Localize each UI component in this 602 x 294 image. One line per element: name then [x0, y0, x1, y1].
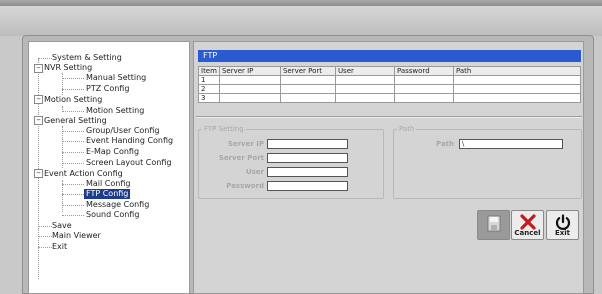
- column-header: Server IP: [218, 66, 281, 76]
- tree-line: [38, 226, 52, 227]
- user-input[interactable]: [267, 167, 348, 177]
- path-group-label: Path: [397, 125, 417, 133]
- path-label: Path: [436, 140, 454, 148]
- tree-item-general-setting[interactable]: General Setting: [44, 116, 107, 126]
- tree-item-mail-config[interactable]: Mail Config: [86, 179, 130, 189]
- table-cell: [393, 93, 454, 103]
- tree-item-event-handing-config[interactable]: Event Handing Config: [86, 136, 173, 146]
- save-button[interactable]: [477, 210, 510, 240]
- table-cell: [279, 93, 336, 103]
- table-cell: [452, 75, 582, 85]
- tree-item-group-user-config[interactable]: Group/User Config: [86, 126, 160, 136]
- table-cell: [218, 75, 281, 85]
- tree-item-ftp-config[interactable]: FTP Config: [84, 189, 131, 199]
- path-input[interactable]: \: [459, 139, 563, 149]
- column-header: Server Port: [279, 66, 336, 76]
- tree-line: [62, 184, 84, 185]
- divider: [196, 116, 582, 118]
- table-cell: 3: [198, 93, 220, 103]
- tree-line: [62, 111, 84, 112]
- ftp-server-table: Item Server IP Server Port User Password…: [198, 66, 582, 103]
- table-cell: [393, 84, 454, 94]
- cancel-button[interactable]: Cancel: [511, 210, 544, 240]
- power-icon: [555, 214, 570, 230]
- tree-line: [62, 89, 84, 90]
- tree-item-nvr-setting[interactable]: NVR Setting: [44, 63, 92, 73]
- table-cell: [334, 93, 395, 103]
- server-ip-label: Server IP: [227, 140, 264, 148]
- collapse-toggle-icon[interactable]: −: [34, 116, 43, 125]
- column-header: User: [334, 66, 395, 76]
- table-header-row: Item Server IP Server Port User Password…: [198, 66, 582, 76]
- tree-line: [62, 194, 84, 195]
- server-port-input[interactable]: [267, 153, 348, 163]
- collapse-toggle-icon[interactable]: −: [34, 64, 43, 73]
- tree-line: [62, 141, 84, 142]
- column-header: Item: [198, 66, 220, 76]
- user-label: User: [245, 168, 264, 176]
- table-cell: [393, 75, 454, 85]
- tree-line: [62, 78, 84, 79]
- ftp-setting-group-label: FTP Setting: [202, 125, 246, 133]
- tree-item-event-action-config[interactable]: Event Action Config: [44, 169, 123, 179]
- table-cell: [218, 93, 281, 103]
- tree-line: [62, 152, 84, 153]
- tree-item-sound-config[interactable]: Sound Config: [86, 210, 139, 220]
- table-cell: [279, 75, 336, 85]
- tree-item-emap-config[interactable]: E-Map Config: [86, 147, 139, 157]
- tree-item-save[interactable]: Save: [52, 221, 72, 231]
- column-header: Password: [393, 66, 454, 76]
- table-cell: [334, 84, 395, 94]
- table-row[interactable]: 1: [198, 75, 582, 85]
- table-row[interactable]: 3: [198, 93, 582, 103]
- tree-item-main-viewer[interactable]: Main Viewer: [52, 231, 101, 241]
- table-cell: [279, 84, 336, 94]
- tree-item-screen-layout-config[interactable]: Screen Layout Config: [86, 158, 171, 168]
- tree-line: [62, 73, 63, 95]
- table-cell: [334, 75, 395, 85]
- save-disk-icon: [487, 215, 500, 232]
- table-row[interactable]: 2: [198, 84, 582, 94]
- tree-line: [62, 205, 84, 206]
- tree-item-system-setting[interactable]: System & Setting: [52, 53, 122, 63]
- panel-title: FTP: [198, 50, 581, 62]
- collapse-toggle-icon[interactable]: −: [34, 95, 43, 104]
- tree-line: [38, 236, 52, 237]
- server-port-label: Server Port: [218, 154, 264, 162]
- tree-line: [62, 215, 84, 216]
- tree-line: [62, 131, 84, 132]
- password-label: Password: [226, 182, 264, 190]
- tree-item-motion-setting[interactable]: Motion Setting: [86, 106, 144, 116]
- tree-line: [62, 126, 63, 168]
- collapse-toggle-icon[interactable]: −: [34, 169, 43, 178]
- exit-button[interactable]: Exit: [546, 210, 579, 240]
- server-ip-input[interactable]: [267, 139, 348, 149]
- password-input[interactable]: [267, 181, 348, 191]
- tree-item-message-config[interactable]: Message Config: [86, 200, 149, 210]
- tree-item-manual-setting[interactable]: Manual Setting: [86, 73, 146, 83]
- table-cell: [452, 84, 582, 94]
- background-band: [0, 6, 602, 36]
- settings-tree: − − − − System & Setting NVR Setting Man…: [28, 41, 190, 294]
- tree-line: [62, 163, 84, 164]
- table-cell: 2: [198, 84, 220, 94]
- table-cell: [218, 84, 281, 94]
- cancel-button-label: Cancel: [514, 229, 541, 237]
- table-cell: [452, 93, 582, 103]
- close-x-icon: [519, 214, 536, 230]
- tree-line: [38, 247, 52, 248]
- tree-item-ptz-config[interactable]: PTZ Config: [86, 84, 129, 94]
- tree-item-exit[interactable]: Exit: [52, 242, 67, 252]
- column-header: Path: [452, 66, 582, 76]
- tree-line: [38, 58, 52, 59]
- table-cell: 1: [198, 75, 220, 85]
- exit-button-label: Exit: [554, 229, 571, 237]
- tree-item-motion-setting-group[interactable]: Motion Setting: [44, 95, 102, 105]
